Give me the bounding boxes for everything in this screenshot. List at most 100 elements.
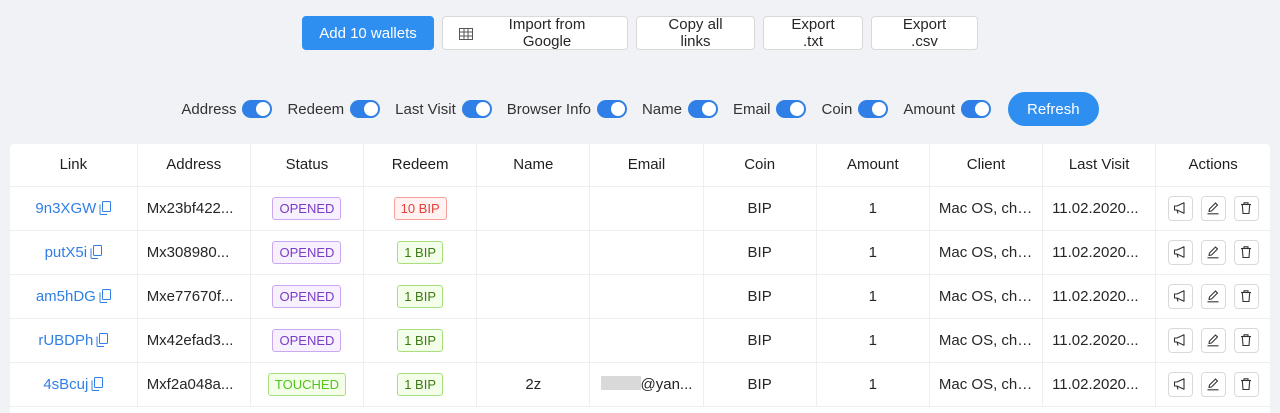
redeem-cell: 10 BIP [363, 186, 478, 231]
table-row: rUBDPh Mx42efad3... OPENED 1 BIP BIP 1 M… [10, 318, 1270, 363]
wallet-link[interactable]: 4sBcuj [43, 376, 88, 393]
name-cell [476, 230, 591, 275]
client-cell: Mac OS, chr... [929, 362, 1044, 407]
redeem-cell: 1 BIP [363, 318, 478, 363]
email-cell [589, 230, 704, 275]
column-toggles: Address Redeem Last Visit Browser Info N… [0, 92, 1280, 126]
column-header[interactable]: Client [929, 144, 1044, 187]
megaphone-icon[interactable] [1167, 195, 1193, 221]
table-header: Link Address Status Redeem Name Email Co… [10, 144, 1270, 187]
toggle-browser-info: Browser Info [507, 100, 627, 118]
coin-cell: BIP [703, 186, 817, 231]
wallet-link[interactable]: putX5i [45, 244, 88, 261]
toggle-switch[interactable] [858, 100, 889, 118]
actions-cell [1155, 274, 1270, 319]
column-header[interactable]: Status [250, 144, 365, 187]
refresh-button[interactable]: Refresh [1008, 92, 1099, 126]
wallet-link[interactable]: rUBDPh [38, 332, 93, 349]
address-cell: Mx23bf422... [137, 186, 251, 231]
status-cell: OPENED [250, 230, 365, 275]
column-header[interactable]: Last Visit [1042, 144, 1157, 187]
copy-icon[interactable] [96, 332, 109, 347]
edit-icon[interactable] [1200, 283, 1226, 309]
toggle-last-visit: Last Visit [395, 100, 492, 118]
redeem-badge: 10 BIP [393, 196, 447, 220]
status-badge: OPENED [272, 240, 342, 264]
coin-cell: BIP [703, 362, 817, 407]
toggle-coin: Coin [821, 100, 889, 118]
redeem-badge: 1 BIP [397, 240, 444, 264]
last-visit-cell: 11.02.2020... [1042, 318, 1157, 363]
name-cell [476, 186, 591, 231]
copy-icon[interactable] [99, 288, 111, 303]
status-cell: OPENED [250, 318, 365, 363]
edit-icon[interactable] [1200, 195, 1226, 221]
add-wallets-button[interactable]: Add 10 wallets [302, 16, 434, 50]
copy-icon[interactable] [90, 244, 103, 259]
redeem-badge: 1 BIP [397, 284, 444, 308]
amount-cell: 1 [816, 318, 930, 363]
client-cell: Mac OS, chr... [929, 318, 1044, 363]
trash-icon[interactable] [1233, 327, 1259, 353]
edit-icon[interactable] [1200, 327, 1226, 353]
column-header[interactable]: Name [476, 144, 591, 187]
copy-icon[interactable] [91, 376, 104, 391]
amount-cell: 1 [816, 274, 930, 319]
link-cell[interactable]: putX5i [10, 230, 138, 275]
column-header[interactable]: Link [10, 144, 138, 187]
import-google-label: Import from Google [508, 16, 586, 50]
name-cell [476, 318, 591, 363]
column-header[interactable]: Redeem [363, 144, 478, 187]
toggle-switch[interactable] [350, 100, 381, 118]
link-cell[interactable]: 9n3XGW [10, 186, 138, 231]
export-csv-button[interactable]: Export .csv [871, 16, 978, 50]
amount-cell: 1 [816, 362, 930, 407]
name-cell [476, 274, 591, 319]
coin-cell: BIP [703, 318, 817, 363]
trash-icon[interactable] [1233, 371, 1259, 397]
email-cell [589, 274, 704, 319]
toggle-redeem: Redeem [287, 100, 381, 118]
redeem-cell: 1 BIP [363, 230, 478, 275]
edit-icon[interactable] [1200, 239, 1226, 265]
edit-icon[interactable] [1200, 371, 1226, 397]
toggle-switch[interactable] [776, 100, 807, 118]
toggle-switch[interactable] [687, 100, 718, 118]
toggle-label: Amount [903, 100, 956, 118]
status-cell: OPENED [250, 274, 365, 319]
megaphone-icon[interactable] [1167, 371, 1193, 397]
actions-cell [1155, 362, 1270, 407]
toggle-switch[interactable] [596, 100, 627, 118]
link-cell[interactable]: am5hDG [10, 274, 138, 319]
link-cell[interactable]: 4sBcuj [10, 362, 138, 407]
toggle-email: Email [733, 100, 807, 118]
column-header[interactable]: Amount [816, 144, 930, 187]
megaphone-icon[interactable] [1167, 327, 1193, 353]
toggle-switch[interactable] [961, 100, 992, 118]
column-header[interactable]: Address [137, 144, 251, 187]
copy-icon[interactable] [99, 200, 112, 215]
wallet-link[interactable]: 9n3XGW [35, 200, 96, 217]
client-cell: Mac OS, chr... [929, 274, 1044, 319]
megaphone-icon[interactable] [1167, 239, 1193, 265]
toggle-switch[interactable] [461, 100, 492, 118]
trash-icon[interactable] [1233, 283, 1259, 309]
trash-icon[interactable] [1233, 239, 1259, 265]
toggle-label: Redeem [287, 100, 345, 118]
trash-icon[interactable] [1233, 195, 1259, 221]
import-google-button[interactable]: Import from Google [442, 16, 628, 50]
megaphone-icon[interactable] [1167, 283, 1193, 309]
address-cell: Mxf2a048a... [137, 362, 251, 407]
link-cell[interactable]: rUBDPh [10, 318, 138, 363]
copy-all-links-button[interactable]: Copy all links [636, 16, 755, 50]
column-header[interactable]: Coin [703, 144, 817, 187]
column-header[interactable]: Email [589, 144, 704, 187]
redeem-badge: 1 BIP [397, 328, 444, 352]
redeem-cell: 1 BIP [363, 362, 478, 407]
toggle-switch[interactable] [242, 100, 273, 118]
export-txt-button[interactable]: Export .txt [763, 16, 863, 50]
last-visit-cell: 11.02.2020... [1042, 362, 1157, 407]
status-badge: OPENED [272, 328, 342, 352]
toggle-label: Address [181, 100, 237, 118]
wallet-link[interactable]: am5hDG [36, 288, 96, 305]
